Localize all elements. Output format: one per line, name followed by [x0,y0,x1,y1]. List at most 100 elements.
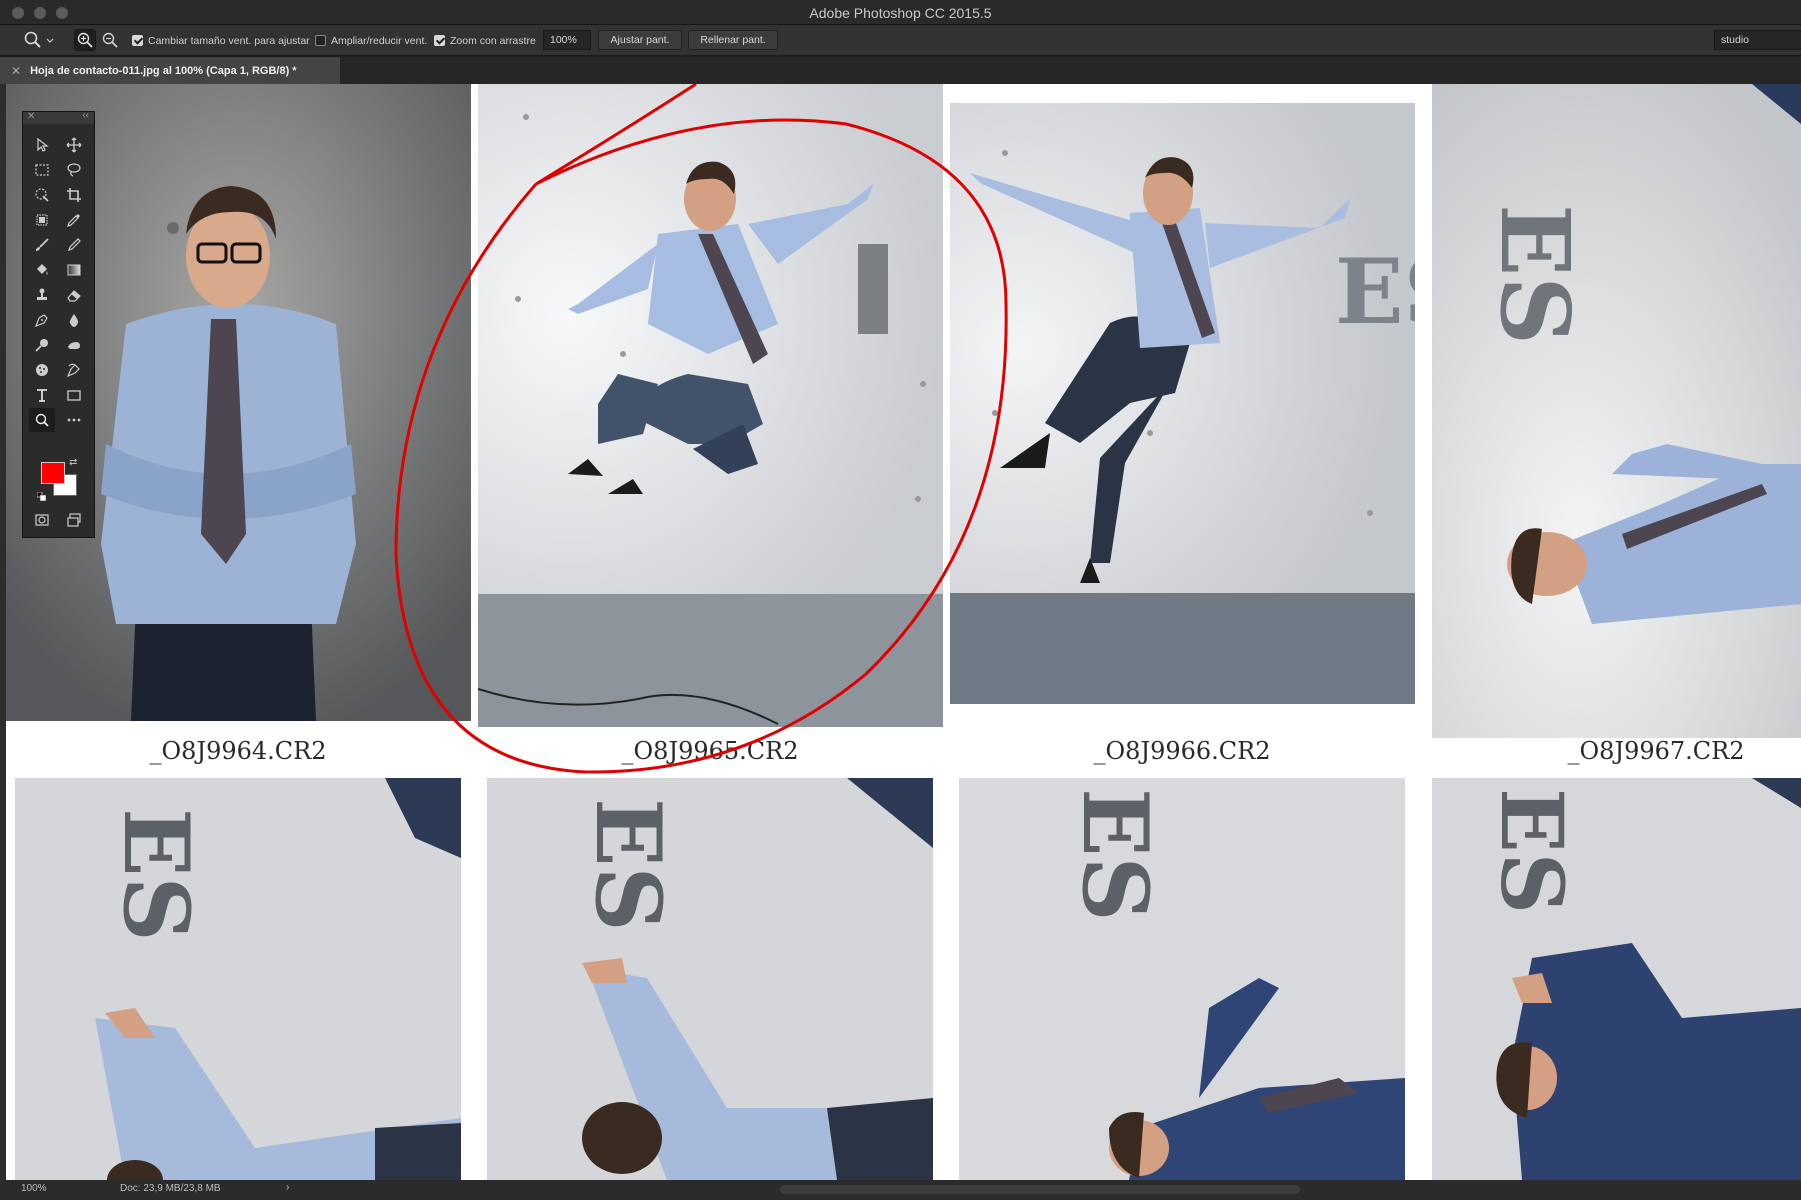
sponge-tool[interactable] [29,358,55,382]
arrow-pointer-icon [37,137,49,152]
document-tab-bar: ✕ Hoja de contacto-011.jpg al 100% (Capa… [0,57,1801,84]
contact-photo: ES [1432,84,1801,738]
document-tab-title: Hoja de contacto-011.jpg al 100% (Capa 1… [30,64,297,77]
photoshop-window: Adobe Photoshop CC 2015.5 Cambiar tamaño… [0,0,1801,1200]
brush-icon [36,238,49,251]
pencil-icon [68,238,81,251]
zoom-all-windows-label: Ampliar/reducir vent. [331,34,428,47]
zoom-out-icon [102,32,118,48]
dodge-icon [35,339,48,352]
smudge-tool[interactable] [61,333,87,357]
eraser-icon [67,290,81,302]
photo-caption: _O8J9965.CR2 [621,737,799,765]
stamp-icon [37,288,47,300]
default-colors-icon[interactable] [36,488,46,501]
swap-colors-icon[interactable]: ⇄ [69,457,77,468]
pen-tool[interactable] [29,308,55,332]
resize-windows-checkbox[interactable] [132,35,143,46]
pencil-tool[interactable] [61,233,87,257]
move-select-tool[interactable] [29,133,55,157]
photo-caption: _O8J9967.CR2 [1567,737,1745,765]
status-menu-arrow[interactable]: › [286,1182,289,1193]
clone-stamp-tool[interactable] [29,283,55,307]
marquee-tool[interactable] [29,158,55,182]
zoom-tool[interactable] [29,408,55,432]
zoom-value-field[interactable]: 100% [543,30,591,50]
frame-tool[interactable] [29,208,55,232]
move-tool[interactable] [61,133,87,157]
status-bar: 100% Doc: 23,9 MB/23,8 MB › [0,1180,1801,1200]
paint-bucket-tool[interactable] [29,258,55,282]
blur-tool[interactable] [61,308,87,332]
scrubby-zoom-checkbox[interactable] [434,35,445,46]
crop-tool[interactable] [61,183,87,207]
collapse-panel-icon[interactable]: ‹‹ [82,110,89,121]
photo-caption: _O8J9964.CR2 [149,737,327,765]
lasso-tool[interactable] [61,158,87,182]
screen-mode-icon [67,513,81,527]
document-canvas[interactable]: ES [0,84,1801,1180]
close-tab-icon[interactable]: ✕ [11,64,21,78]
zoom-out-mode-button[interactable] [99,29,121,51]
window-title: Adobe Photoshop CC 2015.5 [809,5,992,21]
svg-text:ES: ES [575,798,681,932]
contact-photo: ES [487,778,933,1180]
horizontal-scrollbar[interactable] [780,1185,1300,1194]
move-icon [66,137,82,153]
title-bar: Adobe Photoshop CC 2015.5 [0,0,1801,25]
curvature-pen-tool[interactable] [61,358,87,382]
gradient-tool[interactable] [61,258,87,282]
chevron-down-icon[interactable] [46,25,54,56]
rectangle-tool[interactable] [61,383,87,407]
dodge-tool[interactable] [29,333,55,357]
type-tool[interactable] [29,383,55,407]
marquee-icon [35,164,49,176]
eyedropper-tool[interactable] [61,208,87,232]
contact-photo: ES [950,103,1415,704]
svg-text:ES: ES [1335,239,1415,345]
crop-icon [67,188,81,202]
tools-panel-header[interactable]: ✕ ‹‹ [23,110,94,124]
zoom-all-windows-checkbox[interactable] [315,35,326,46]
zoom-icon [35,413,49,427]
paint-bucket-icon [37,264,48,275]
close-panel-icon[interactable]: ✕ [27,111,35,122]
svg-text:ES: ES [103,808,209,942]
foreground-color-swatch[interactable] [41,462,65,484]
options-bar: Cambiar tamaño vent. para ajustar Amplia… [0,25,1801,56]
more-dots-icon [67,418,81,422]
pen-icon [34,314,48,328]
contact-photo: ES [15,778,461,1180]
screen-mode-button[interactable] [61,508,87,532]
rectangle-icon [67,390,81,401]
quick-mask-button[interactable] [29,508,55,532]
contact-sheet: ES [6,84,1801,1180]
status-zoom[interactable]: 100% [21,1183,47,1194]
zoom-tool-icon [24,31,41,48]
quick-select-tool[interactable] [29,183,55,207]
zoom-all-windows-option[interactable]: Ampliar/reducir vent. [315,25,427,56]
document-tab[interactable]: ✕ Hoja de contacto-011.jpg al 100% (Capa… [0,57,340,84]
frame-icon [36,214,48,226]
zoom-in-mode-button[interactable] [74,29,96,51]
smudge-icon [68,342,80,349]
svg-text:ES: ES [1062,788,1168,922]
lasso-icon [67,163,81,177]
resize-windows-option[interactable]: Cambiar tamaño vent. para ajustar [132,25,310,56]
tool-preset-picker[interactable] [22,29,44,51]
fill-screen-button[interactable]: Rellenar pant. [688,30,778,50]
sponge-icon [36,364,48,376]
brush-tool[interactable] [29,233,55,257]
fit-screen-button[interactable]: Ajustar pant. [598,30,682,50]
more-tools-button[interactable] [61,408,87,432]
water-drop-icon [69,314,79,327]
quick-mask-icon [35,514,49,526]
scrubby-zoom-label: Zoom con arrastre [450,34,536,47]
contact-photo: ES [1432,778,1801,1180]
eraser-tool[interactable] [61,283,87,307]
scrubby-zoom-option[interactable]: Zoom con arrastre [434,25,536,56]
workspace-switcher[interactable]: studio [1714,30,1801,50]
svg-text:ES: ES [1479,204,1590,345]
tools-panel: ✕ ‹‹ ⇄ [22,110,95,538]
contact-photo [478,84,943,727]
